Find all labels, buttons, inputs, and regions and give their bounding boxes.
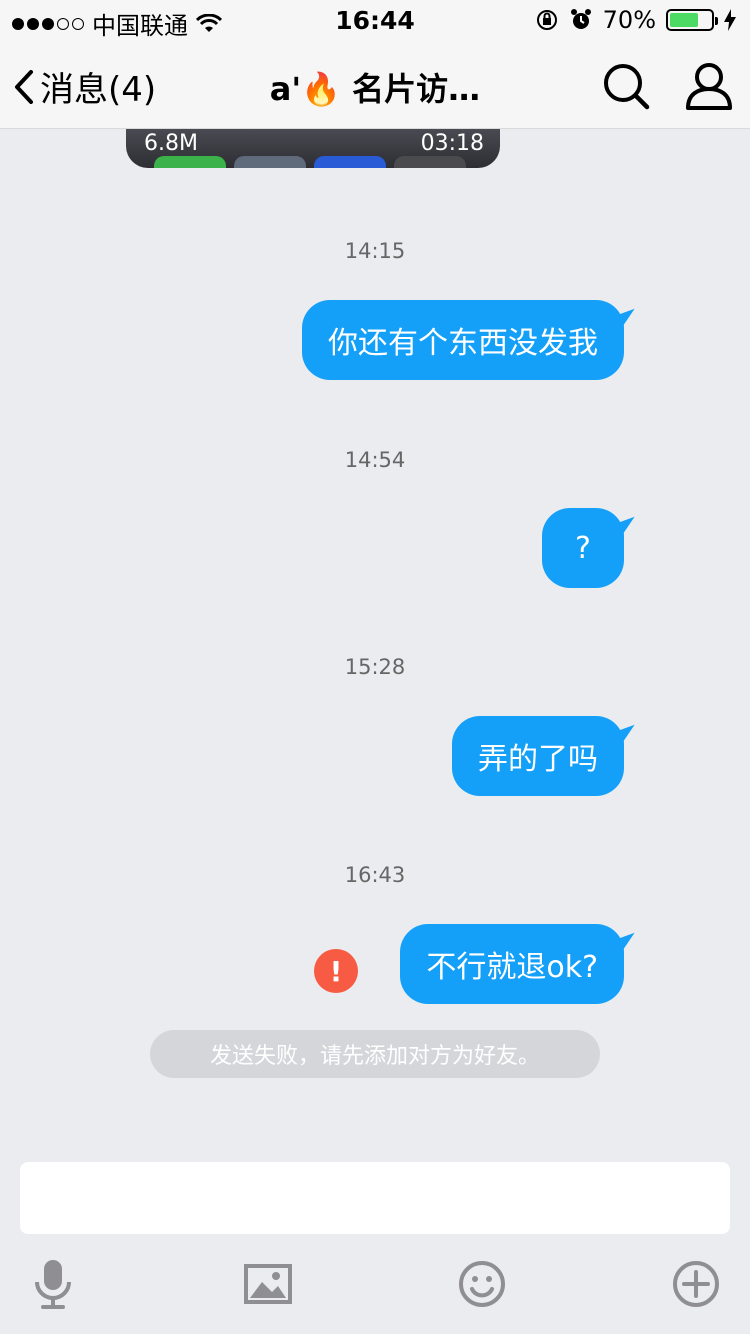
status-bar: 中国联通 16:44 70% [0,0,750,40]
navigation-bar: 消息(4) a'🔥 名片访… [0,40,750,129]
send-failed-notice: 发送失败，请先添加对方为好友。 [150,1030,600,1078]
video-message[interactable]: 6.8M 03:18 [126,129,500,168]
profile-icon[interactable] [684,60,734,112]
message-timestamp: 16:43 [344,863,406,887]
rotation-lock-icon [536,10,557,30]
plus-circle-icon[interactable] [670,1258,722,1310]
sent-message-bubble[interactable]: 不行就退ok? [400,924,641,1004]
message-text: 不行就退ok? [426,950,598,985]
bubble-tail [613,724,641,748]
back-button[interactable]: 消息(4) [14,62,156,111]
video-duration: 03:18 [420,131,484,156]
bubble-tail [613,308,641,332]
battery-percent: 70% [602,6,656,34]
message-text: ? [575,530,591,566]
message-text: 你还有个东西没发我 [328,326,598,361]
sent-message-bubble[interactable]: ? [542,508,641,588]
battery-fill [670,13,698,27]
microphone-icon[interactable] [27,1258,79,1310]
search-icon[interactable] [600,60,652,112]
alarm-icon [570,9,591,29]
message-timestamp: 15:28 [344,655,406,679]
battery-icon [666,9,718,31]
video-thumbnail-detail [314,156,386,168]
charging-bolt-icon [724,9,736,31]
message-input[interactable] [20,1162,730,1234]
sent-message-bubble[interactable]: 弄的了吗 [452,716,641,796]
video-thumbnail-detail [154,156,226,168]
video-thumbnail-detail [394,156,466,168]
sent-message-bubble[interactable]: 你还有个东西没发我 [302,300,641,380]
message-timestamp: 14:15 [344,239,406,263]
chevron-left-icon [15,69,33,104]
status-right: 70% [535,6,736,34]
message-text: 弄的了吗 [478,742,598,777]
chat-title: a'🔥 名片访… [269,70,481,108]
emoji-icon[interactable] [456,1258,508,1310]
bubble-tail [613,516,641,540]
video-size: 6.8M [144,131,198,156]
bubble-tail [613,932,641,956]
back-label: 消息(4) [40,70,157,110]
send-failed-icon[interactable]: ! [314,949,358,993]
image-icon[interactable] [242,1258,294,1310]
message-timestamp: 14:54 [344,448,406,472]
video-thumbnail-detail [234,156,306,168]
